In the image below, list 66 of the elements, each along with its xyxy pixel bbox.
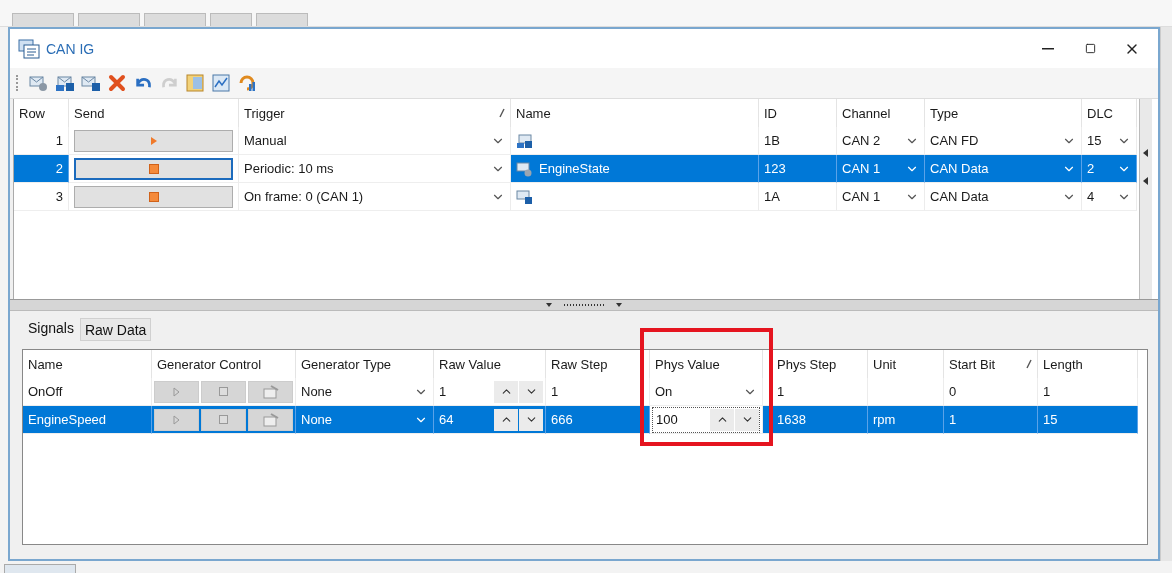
decrement-button[interactable] [519, 380, 543, 403]
scroll-arrow-icon[interactable] [1143, 177, 1149, 185]
table-cell: 3 [14, 183, 69, 211]
table-cell: 1 [1038, 378, 1138, 406]
table-cell: OnOff [23, 378, 152, 406]
channel-dropdown[interactable]: CAN 2 [837, 127, 925, 155]
play-icon [173, 414, 180, 425]
dlc-dropdown[interactable]: 2 [1082, 155, 1137, 183]
raw-value-spinbox[interactable]: 64 [434, 406, 546, 434]
stop-icon [219, 415, 228, 424]
properties-icon [262, 384, 279, 399]
trigger-dropdown[interactable]: On frame: 0 (CAN 1) [239, 183, 511, 211]
play-icon [173, 386, 180, 397]
undo-icon [135, 77, 151, 89]
phys-value-dropdown[interactable]: On [650, 378, 763, 406]
table-cell-text: 1 [777, 384, 785, 399]
phys-value-spinbox[interactable]: 100 [652, 406, 760, 433]
scroll-arrow-icon[interactable] [1143, 149, 1149, 157]
minimize-icon [1042, 47, 1054, 50]
channel-dropdown[interactable]: CAN 1 [837, 183, 925, 211]
send-button[interactable] [74, 157, 233, 180]
window-title: CAN IG [46, 40, 96, 57]
raw-value-spinbox[interactable]: 1 [434, 378, 546, 406]
generator-type-dropdown[interactable]: None [296, 378, 434, 406]
table-cell: 1A [759, 183, 837, 211]
increment-button[interactable] [710, 408, 734, 431]
table-cell: 15 [1038, 406, 1138, 434]
table-cell: 1 [14, 127, 69, 155]
scrollbar[interactable] [1139, 99, 1152, 299]
table-cell: EngineSpeed [23, 406, 152, 434]
dlc-dropdown[interactable]: 4 [1082, 183, 1137, 211]
grip-icon[interactable] [544, 301, 624, 309]
increment-button[interactable] [494, 380, 518, 403]
table-cell: 0 [944, 378, 1038, 406]
decrement-button[interactable] [735, 408, 759, 431]
channel-dropdown[interactable]: CAN 1 [837, 155, 925, 183]
delete-button[interactable] [106, 72, 128, 94]
type-dropdown[interactable]: CAN FD [925, 127, 1082, 155]
send-button[interactable] [74, 129, 233, 152]
table-cell: rpm [868, 406, 944, 434]
type-dropdown[interactable]: CAN Data [925, 183, 1082, 211]
table-cell: 2 [14, 155, 69, 183]
properties-icon [262, 412, 279, 427]
type-dropdown[interactable]: CAN Data [925, 155, 1082, 183]
sort-icon[interactable] [1026, 359, 1032, 369]
increment-button[interactable] [494, 408, 518, 431]
table-cell: 1B [759, 127, 837, 155]
table-cell: 1 [944, 406, 1038, 434]
send-button[interactable] [74, 185, 233, 208]
window-icon [18, 38, 40, 59]
name-cell: EngineState [511, 155, 759, 183]
maximize-icon [1084, 43, 1096, 54]
redo-icon [161, 77, 177, 89]
decrement-button[interactable] [519, 408, 543, 431]
table-cell-text: 1638 [777, 412, 806, 427]
stop-icon [219, 387, 228, 396]
trigger-dropdown[interactable]: Manual [239, 127, 511, 155]
chart-button[interactable] [210, 72, 232, 94]
table-cell: 123 [759, 155, 837, 183]
trigger-dropdown[interactable]: Periodic: 10 ms [239, 155, 511, 183]
dlc-dropdown[interactable]: 15 [1082, 127, 1137, 155]
table-cell-text: 666 [551, 412, 573, 427]
table-cell-text: 1 [551, 384, 559, 399]
generator-type-dropdown[interactable]: None [296, 406, 434, 434]
sort-icon[interactable] [499, 108, 505, 118]
tab[interactable]: Raw Data [79, 318, 152, 341]
